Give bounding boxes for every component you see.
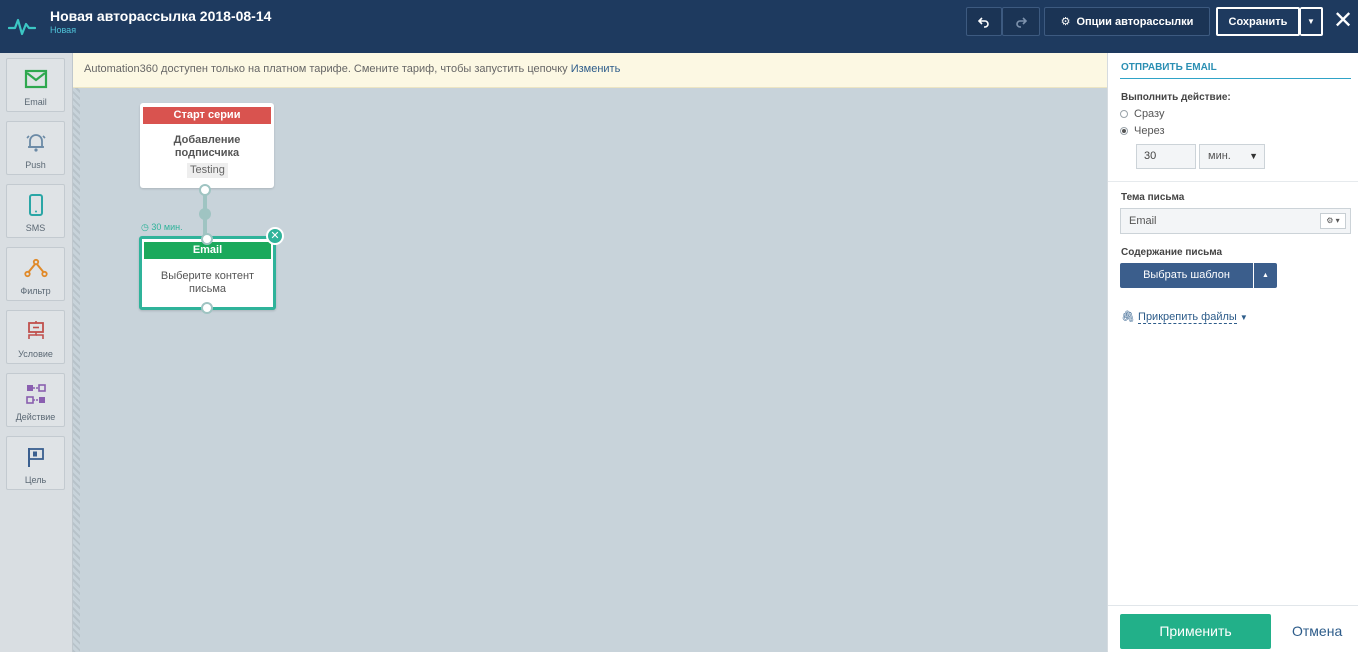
tool-sms[interactable]: SMS xyxy=(6,184,65,238)
condition-icon xyxy=(28,321,44,339)
caret-up-icon: ▲ xyxy=(1262,272,1269,279)
choose-template-button[interactable]: Выбрать шаблон xyxy=(1120,263,1253,288)
page-title: Новая авторассылка 2018-08-14 xyxy=(50,8,272,24)
save-button[interactable]: Сохранить xyxy=(1216,7,1300,36)
options-label: Опции авторассылки xyxy=(1076,15,1194,28)
tool-label: SMS xyxy=(25,223,46,233)
change-tariff-link[interactable]: Изменить xyxy=(571,63,621,75)
tool-label: Цель xyxy=(24,475,47,485)
tariff-warning-banner: Automation360 доступен только на платном… xyxy=(73,53,1107,88)
close-icon[interactable]: ✕ xyxy=(1332,9,1354,33)
radio-after-delay[interactable]: Через xyxy=(1120,125,1165,137)
phone-icon xyxy=(29,194,43,216)
tool-label: Фильтр xyxy=(20,286,51,296)
caret-down-icon: ▼ xyxy=(1307,17,1315,26)
delay-value-input[interactable]: 30 xyxy=(1136,144,1196,169)
list-tag: Testing xyxy=(187,163,228,178)
email-node-input-port[interactable] xyxy=(201,233,213,245)
delay-unit-select[interactable]: мин. ▼ xyxy=(1199,144,1265,169)
gear-icon: ⚙ ▾ xyxy=(1326,216,1340,225)
bell-icon xyxy=(26,134,46,152)
save-dropdown-button[interactable]: ▼ xyxy=(1300,7,1323,36)
tool-condition[interactable]: Условие xyxy=(6,310,65,364)
action-label: Выполнить действие: xyxy=(1121,92,1231,103)
settings-panel: ОТПРАВИТЬ EMAIL Выполнить действие: Сраз… xyxy=(1107,53,1358,652)
panel-title: ОТПРАВИТЬ EMAIL xyxy=(1121,62,1217,73)
start-node-header: Старт серии xyxy=(143,107,271,124)
pulse-logo-icon xyxy=(8,18,36,36)
element-toolbar: Email Push SMS Фильтр Условие Действие Ц… xyxy=(0,53,73,652)
delay-label: ◷ 30 мин. xyxy=(141,222,183,232)
footer-divider xyxy=(1108,605,1358,606)
canvas-edge xyxy=(73,88,80,652)
clock-icon: ◷ xyxy=(141,222,149,232)
template-dropdown-button[interactable]: ▲ xyxy=(1254,263,1277,288)
tool-goal[interactable]: Цель xyxy=(6,436,65,490)
redo-icon xyxy=(1016,16,1027,28)
tool-label: Email xyxy=(24,97,47,107)
tool-email[interactable]: Email xyxy=(6,58,65,112)
tool-label: Push xyxy=(25,160,46,170)
radio-circle xyxy=(1120,110,1128,118)
radio-immediately[interactable]: Сразу xyxy=(1120,108,1164,120)
cancel-button[interactable]: Отмена xyxy=(1292,623,1342,639)
tool-filter[interactable]: Фильтр xyxy=(6,247,65,301)
panel-title-underline xyxy=(1120,78,1351,79)
close-icon[interactable]: ✕ xyxy=(266,227,284,245)
action-icon xyxy=(26,384,46,404)
subject-label: Тема письма xyxy=(1121,192,1185,203)
tool-push[interactable]: Push xyxy=(6,121,65,175)
start-node[interactable]: Старт серии Добавление подписчика Testin… xyxy=(140,103,274,188)
tool-label: Условие xyxy=(18,349,53,359)
radio-circle-selected xyxy=(1120,127,1128,135)
subject-input[interactable]: Email ⚙ ▾ xyxy=(1120,208,1351,234)
app-header: Новая авторассылка 2018-08-14 Новая ⚙ Оп… xyxy=(0,0,1358,53)
gear-icon: ⚙ xyxy=(1060,16,1071,28)
tool-action[interactable]: Действие xyxy=(6,373,65,427)
caret-down-icon: ▼ xyxy=(1239,313,1248,322)
filter-branch-icon xyxy=(24,258,48,278)
redo-button[interactable] xyxy=(1002,7,1040,36)
email-node[interactable]: Email Выберите контент письма xyxy=(139,236,276,310)
status-label: Новая xyxy=(50,25,77,35)
envelope-icon xyxy=(24,69,48,89)
apply-button[interactable]: Применить xyxy=(1120,614,1271,649)
flag-icon xyxy=(28,448,44,467)
content-label: Содержание письма xyxy=(1121,247,1223,258)
attach-files-link[interactable]: 🖇 Прикрепить файлы ▼ xyxy=(1121,310,1248,324)
paperclip-icon: 🖇 xyxy=(1121,311,1135,323)
tool-label: Действие xyxy=(15,412,56,422)
caret-down-icon: ▼ xyxy=(1249,151,1258,161)
undo-button[interactable] xyxy=(966,7,1002,36)
subject-options-button[interactable]: ⚙ ▾ xyxy=(1320,213,1346,229)
connector-midpoint[interactable] xyxy=(199,208,211,220)
divider xyxy=(1108,181,1358,182)
undo-icon xyxy=(978,16,989,28)
automation-options-button[interactable]: ⚙ Опции авторассылки xyxy=(1044,7,1210,36)
start-node-title: Добавление подписчика xyxy=(173,134,241,159)
email-node-body: Выберите контент письма xyxy=(160,270,255,295)
banner-text: Automation360 доступен только на платном… xyxy=(84,63,571,75)
email-node-output-port[interactable] xyxy=(201,302,213,314)
